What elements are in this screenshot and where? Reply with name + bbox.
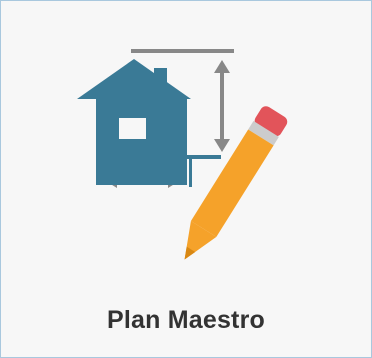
house-window xyxy=(119,118,146,139)
tile-label: Plan Maestro xyxy=(106,306,265,334)
plan-maestro-tile[interactable]: Plan Maestro xyxy=(0,0,372,358)
house-plan-with-pencil-icon xyxy=(77,49,288,260)
house-shape xyxy=(77,59,221,187)
